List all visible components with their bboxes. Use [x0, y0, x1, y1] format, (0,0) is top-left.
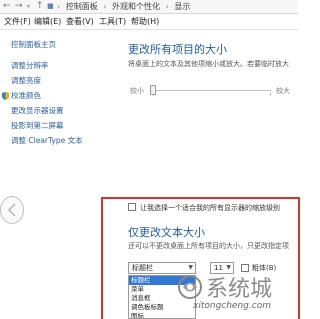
back-circle-button[interactable]	[0, 196, 24, 224]
bold-checkbox[interactable]	[241, 264, 249, 272]
recent-pages-icon[interactable]: ▾	[27, 1, 30, 12]
change-size-title: 更改所有项目的大小	[128, 43, 227, 56]
text-size-title: 仅更改文本大小	[128, 226, 205, 239]
dropdown-option[interactable]: 调色板标题	[129, 303, 195, 312]
sidebar-item-project-second-screen[interactable]: 投影到第二屏幕	[11, 121, 64, 131]
slider-max-label: 较大	[276, 87, 290, 95]
back-icon[interactable]: ←	[3, 1, 11, 12]
sidebar-item-brightness[interactable]: 调整亮度	[11, 76, 41, 86]
breadcrumb-display[interactable]: 显示	[174, 2, 190, 11]
breadcrumb-separator: ›	[165, 2, 169, 11]
sidebar-item-home[interactable]: 控制面板主页	[11, 40, 56, 50]
sidebar-item-resolution[interactable]: 调整分辨率	[11, 61, 49, 71]
up-icon[interactable]: ↑	[36, 1, 44, 12]
slider-tick	[270, 93, 271, 96]
menu-view[interactable]: 查看(V)	[66, 17, 94, 27]
shield-icon	[2, 92, 9, 100]
sidebar-item-display-settings[interactable]: 更改显示器设置	[11, 106, 64, 116]
menu-bar: 文件(F) 编辑(E) 查看(V) 工具(T) 帮助(H)	[0, 14, 298, 30]
size-slider-track[interactable]	[151, 90, 271, 91]
change-size-description: 将桌面上的文本及其他项缩小或放大。若要临时放大	[128, 60, 289, 68]
breadcrumb-separator: ›	[57, 2, 61, 11]
breadcrumb: › 控制面板 › 外观和个性化 › 显示	[57, 1, 193, 12]
chevron-left-icon	[7, 203, 16, 217]
font-size-value: 11	[214, 264, 223, 272]
menu-tools[interactable]: 工具(T)	[99, 17, 126, 27]
control-panel-icon: ■	[47, 2, 54, 10]
size-slider-thumb[interactable]	[150, 85, 156, 95]
watermark-url: xitongcheng.com	[193, 301, 271, 311]
scaling-level-label: 让我选择一个适合我的所有显示器的缩放级别	[140, 204, 280, 212]
menu-edit[interactable]: 编辑(E)	[34, 17, 61, 27]
breadcrumb-appearance[interactable]: 外观和个性化	[112, 2, 160, 11]
sidebar-item-calibrate-color[interactable]: 校准颜色	[11, 91, 41, 101]
dropdown-option[interactable]: 图标	[129, 312, 195, 318]
breadcrumb-control-panel[interactable]: 控制面板	[66, 2, 98, 11]
address-bar: ← → ▾ ↑ ■ › 控制面板 › 外观和个性化 › 显示	[0, 0, 298, 14]
sidebar-item-cleartype[interactable]: 调整 ClearType 文本	[11, 136, 83, 146]
watermark-brand: 系统城	[206, 277, 272, 302]
forward-icon[interactable]: →	[15, 1, 23, 12]
menu-file[interactable]: 文件(F)	[4, 17, 31, 27]
slider-min-label: 较小	[130, 87, 144, 95]
text-size-description: 还可以不更改桌面上所有项目的大小，只更改指定项	[128, 242, 289, 250]
scaling-level-checkbox[interactable]	[128, 203, 136, 211]
menu-help[interactable]: 帮助(H)	[131, 17, 159, 27]
item-select-value: 标题栏	[132, 264, 153, 272]
breadcrumb-separator: ›	[103, 2, 107, 11]
watermark-logo: 系统城	[178, 275, 272, 302]
